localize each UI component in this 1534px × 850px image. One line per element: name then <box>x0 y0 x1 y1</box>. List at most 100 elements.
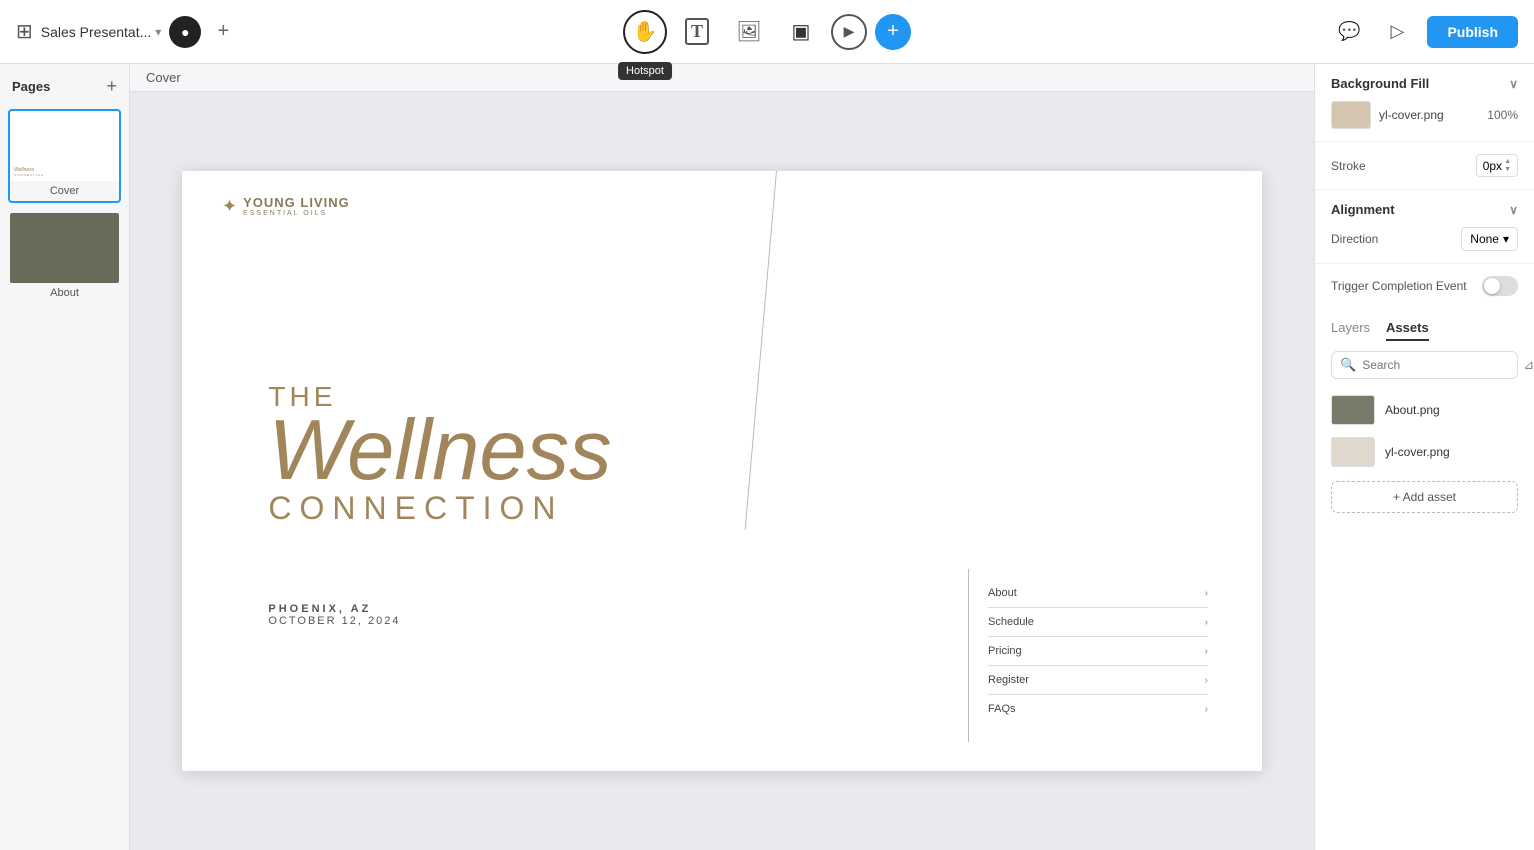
play-tool-button[interactable]: ▶ <box>831 14 867 50</box>
direction-row: Direction None ▾ <box>1331 227 1518 251</box>
preview-button[interactable]: ▷ <box>1379 14 1415 50</box>
asset-cover-name: yl-cover.png <box>1385 445 1450 459</box>
filter-icon[interactable]: ⊿ <box>1523 357 1534 373</box>
main-area: Pages + Wellness CONNECTION Cover About … <box>0 64 1534 850</box>
page-thumbnail-about[interactable]: About <box>8 211 121 305</box>
menu-about-label: About <box>988 587 1017 599</box>
toolbar-center: ✋ Hotspot T 🖼 ▣ ▶ + <box>623 10 911 54</box>
text-tool-button[interactable]: T <box>675 10 719 54</box>
hotspot-tool-button[interactable]: ✋ Hotspot <box>623 10 667 54</box>
menu-item-schedule[interactable]: Schedule › <box>988 608 1208 637</box>
stroke-section: Stroke 0px ▲ ▼ <box>1315 142 1534 190</box>
stroke-spinner[interactable]: ▲ ▼ <box>1504 158 1511 173</box>
menu-schedule-arrow: › <box>1205 617 1208 628</box>
add-element-button[interactable]: + <box>875 14 911 50</box>
menu-item-register[interactable]: Register › <box>988 666 1208 695</box>
asset-item-about[interactable]: About.png <box>1315 389 1534 431</box>
brand-name: YOUNG LIVING <box>243 195 350 210</box>
add-icon: + <box>887 20 899 43</box>
grid-icon[interactable]: ⊞ <box>16 19 33 44</box>
monitor-icon[interactable]: ● <box>169 16 201 48</box>
background-fill-chevron[interactable]: ∨ <box>1509 77 1518 91</box>
breadcrumb-text: Cover <box>146 70 181 85</box>
about-page-label: About <box>10 287 119 303</box>
add-page-button[interactable]: + <box>106 76 117 97</box>
publish-button[interactable]: Publish <box>1427 16 1518 48</box>
toggle-knob <box>1484 278 1500 294</box>
page-thumbnail-cover[interactable]: Wellness CONNECTION Cover <box>8 109 121 203</box>
slide-menu: About › Schedule › Pricing › Register <box>988 579 1208 723</box>
menu-schedule-label: Schedule <box>988 616 1034 628</box>
yl-logo: ✦ YOUNG LIVING ESSENTIAL OILS <box>222 195 350 217</box>
stroke-up-arrow[interactable]: ▲ <box>1504 158 1511 165</box>
canvas-area: Cover ✦ YOUNG LIVING ESSENTIAL OILS <box>130 64 1314 850</box>
direction-label: Direction <box>1331 232 1378 246</box>
diagonal-line <box>745 171 777 530</box>
slide-title-area: THE Wellness CONNECTION <box>268 381 611 527</box>
asset-item-yl-cover[interactable]: yl-cover.png <box>1315 431 1534 473</box>
stroke-input[interactable]: 0px ▲ ▼ <box>1476 154 1518 177</box>
menu-about-arrow: › <box>1205 588 1208 599</box>
play-icon: ▶ <box>844 23 855 40</box>
trigger-label: Trigger Completion Event <box>1331 279 1467 293</box>
search-icon: 🔍 <box>1340 357 1356 373</box>
trigger-toggle[interactable] <box>1482 276 1518 296</box>
cover-mini-preview: Wellness CONNECTION <box>10 111 119 181</box>
add-project-button[interactable]: + <box>209 18 237 46</box>
slide-city: PHOENIX, AZ <box>268 603 400 615</box>
slide-canvas[interactable]: ✦ YOUNG LIVING ESSENTIAL OILS THE Wellne… <box>182 171 1262 771</box>
menu-item-pricing[interactable]: Pricing › <box>988 637 1208 666</box>
add-asset-button[interactable]: + Add asset <box>1331 481 1518 513</box>
canvas-wrapper: ✦ YOUNG LIVING ESSENTIAL OILS THE Wellne… <box>130 92 1314 850</box>
assets-search-bar: 🔍 ⊿ <box>1331 351 1518 379</box>
menu-item-about[interactable]: About › <box>988 579 1208 608</box>
menu-faqs-label: FAQs <box>988 703 1016 715</box>
assets-tabs: Layers Assets <box>1315 320 1534 341</box>
pages-title: Pages <box>12 79 50 94</box>
project-title: Sales Presentat... <box>41 24 152 40</box>
image-tool-button[interactable]: 🖼 <box>727 10 771 54</box>
slide-inner: ✦ YOUNG LIVING ESSENTIAL OILS THE Wellne… <box>182 171 1262 771</box>
right-panel: Background Fill ∨ yl-cover.png 100% Stro… <box>1314 64 1534 850</box>
menu-register-label: Register <box>988 674 1029 686</box>
text-icon: T <box>685 18 709 45</box>
asset-about-name: About.png <box>1385 403 1440 417</box>
breadcrumb: Cover <box>130 64 1314 92</box>
trigger-section: Trigger Completion Event <box>1315 264 1534 308</box>
menu-item-faqs[interactable]: FAQs › <box>988 695 1208 723</box>
comment-button[interactable]: 💬 <box>1331 14 1367 50</box>
direction-dropdown-arrow: ▾ <box>1503 232 1509 246</box>
bg-filename: yl-cover.png <box>1379 108 1479 122</box>
asset-cover-thumbnail <box>1331 437 1375 467</box>
stroke-row: Stroke 0px ▲ ▼ <box>1331 154 1518 177</box>
tab-layers[interactable]: Layers <box>1331 320 1370 341</box>
alignment-title: Alignment <box>1331 202 1395 217</box>
alignment-chevron[interactable]: ∨ <box>1509 203 1518 217</box>
about-mini-preview <box>10 213 119 283</box>
bg-fill-row: yl-cover.png 100% <box>1331 101 1518 129</box>
direction-value: None <box>1470 232 1499 246</box>
bg-thumbnail <box>1331 101 1371 129</box>
tab-assets[interactable]: Assets <box>1386 320 1429 341</box>
background-fill-header: Background Fill ∨ <box>1331 76 1518 91</box>
project-name[interactable]: Sales Presentat... ▾ <box>41 24 162 40</box>
about-thumb-image <box>10 213 119 283</box>
direction-select[interactable]: None ▾ <box>1461 227 1518 251</box>
cover-mini-sub: CONNECTION <box>14 173 44 177</box>
asset-about-thumbnail <box>1331 395 1375 425</box>
slide-wellness: Wellness <box>268 413 611 490</box>
menu-vertical-line <box>968 569 969 742</box>
background-fill-section: Background Fill ∨ yl-cover.png 100% <box>1315 64 1534 142</box>
assets-panel: Layers Assets 🔍 ⊿ About.png yl-cover.png… <box>1315 308 1534 850</box>
image-icon: 🖼 <box>736 19 761 44</box>
hotspot-icon: ✋ <box>633 19 658 44</box>
pages-sidebar: Pages + Wellness CONNECTION Cover About <box>0 64 130 850</box>
toolbar: ⊞ Sales Presentat... ▾ ● + ✋ Hotspot T 🖼… <box>0 0 1534 64</box>
transition-icon: ▣ <box>792 19 811 44</box>
alignment-section: Alignment ∨ Direction None ▾ <box>1315 190 1534 264</box>
stroke-down-arrow[interactable]: ▼ <box>1504 166 1511 173</box>
search-input[interactable] <box>1362 358 1517 372</box>
slide-date: OCTOBER 12, 2024 <box>268 615 400 627</box>
transition-tool-button[interactable]: ▣ <box>779 10 823 54</box>
menu-pricing-label: Pricing <box>988 645 1022 657</box>
